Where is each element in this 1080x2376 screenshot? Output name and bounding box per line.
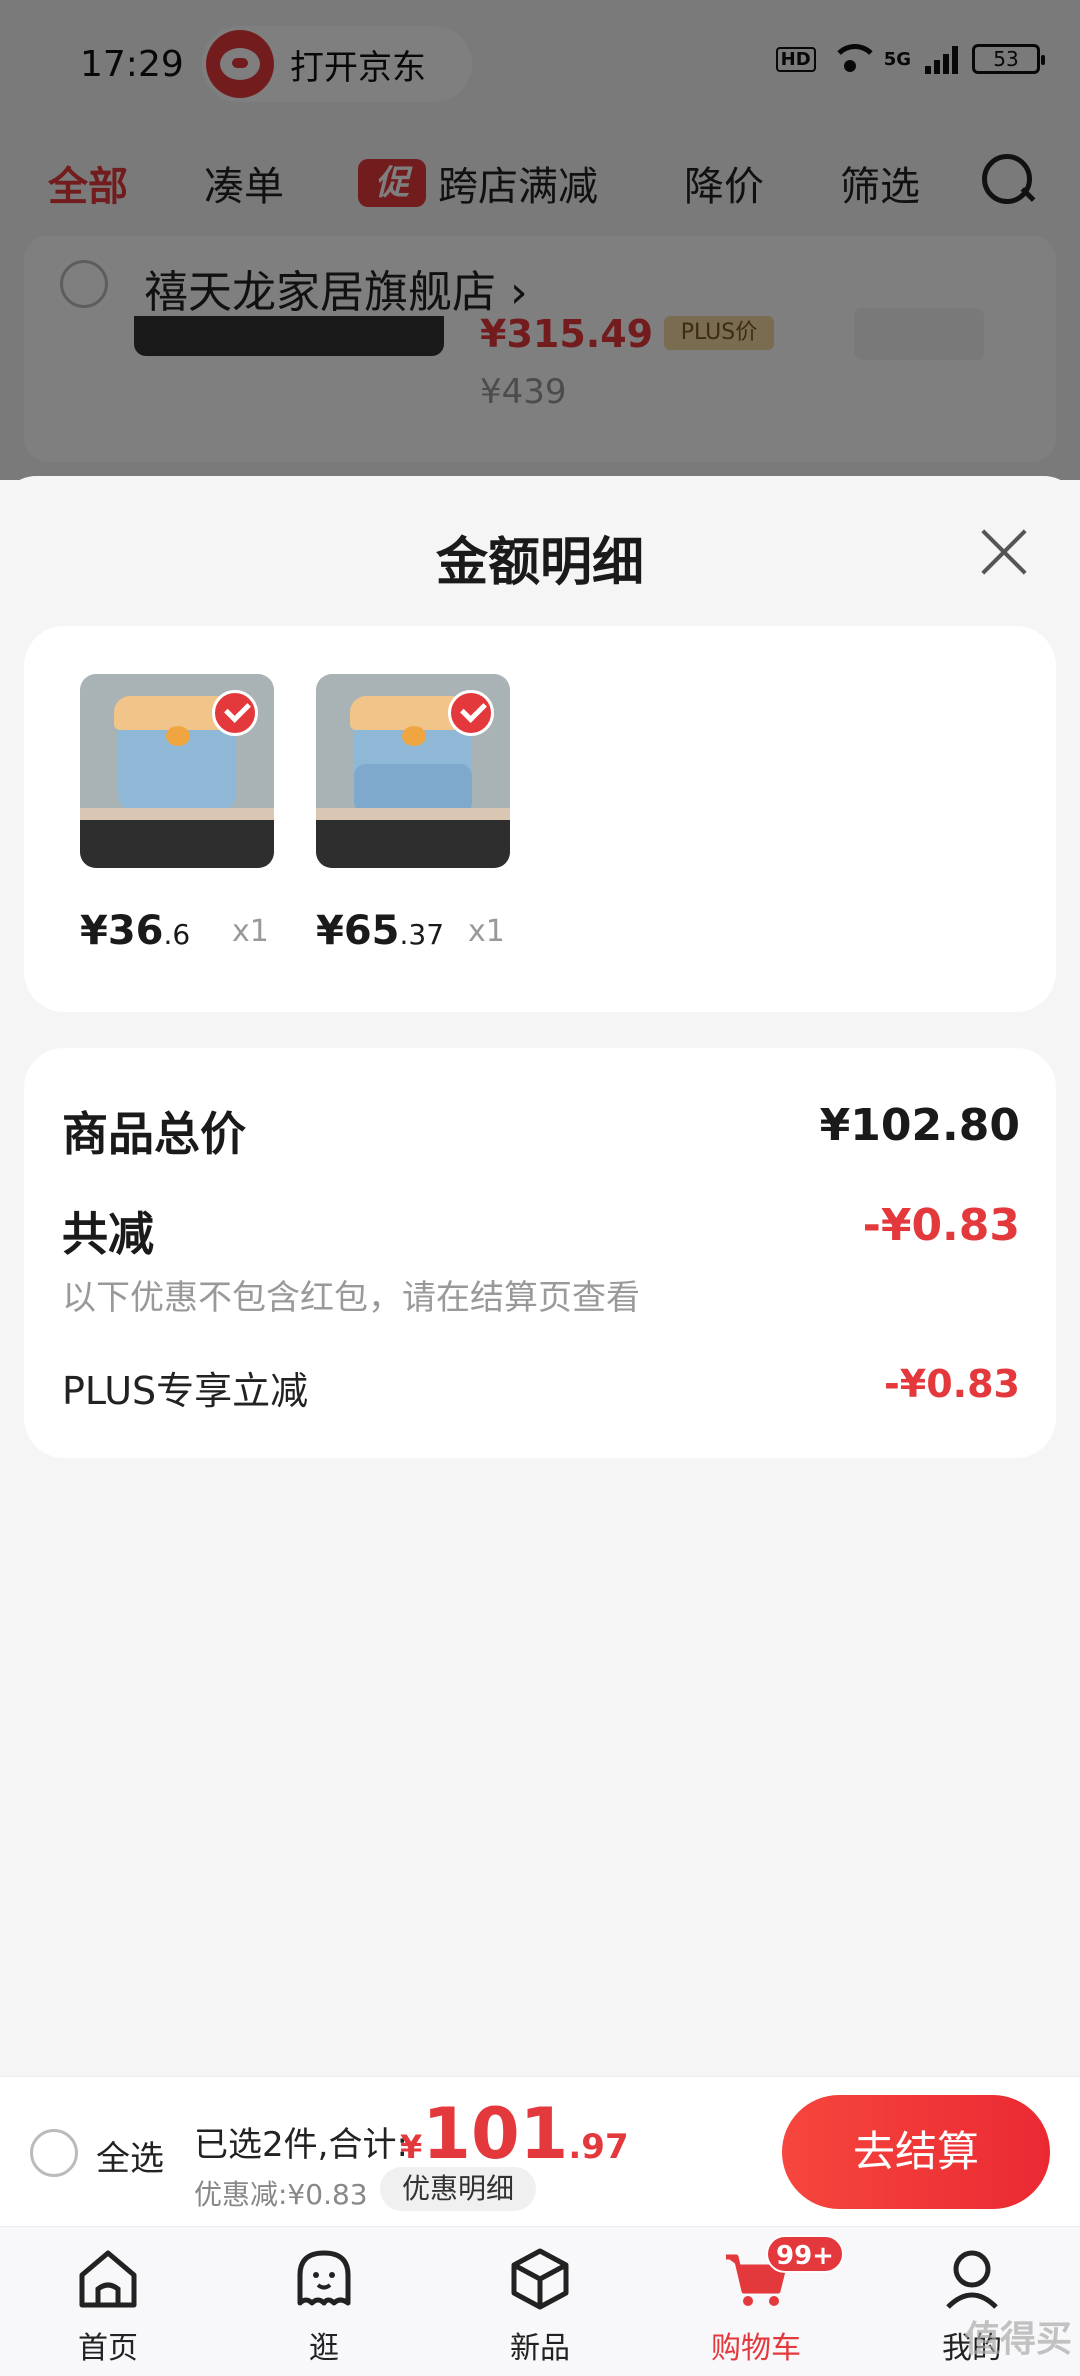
goods-quantity: x1	[232, 914, 269, 949]
product-image	[80, 674, 274, 868]
total-reduction-value: -¥0.83	[862, 1200, 1020, 1251]
goods-item[interactable]: ¥36.6 x1	[80, 674, 310, 954]
nav-cart-label: 购物车	[711, 2331, 801, 2366]
nav-home-label: 首页	[78, 2331, 138, 2366]
watermark: 值得买	[963, 2319, 1072, 2360]
discount-note: 以下优惠不包含红包，请在结算页查看	[62, 1278, 640, 1318]
plus-discount-value: -¥0.83	[884, 1362, 1020, 1406]
bottom-nav: 首页 逛 新品 99+ 购物车 我的	[0, 2226, 1080, 2376]
home-icon	[79, 2250, 137, 2308]
plus-discount-label: PLUS专享立减	[62, 1369, 309, 1413]
goods-item[interactable]: ¥65.37 x1	[316, 674, 546, 954]
nav-browse-label: 逛	[309, 2331, 339, 2366]
product-image	[316, 674, 510, 868]
discount-detail-button[interactable]: 优惠明细	[380, 2167, 536, 2211]
amount-detail-sheet: 金额明细 ¥36.6 x1 ¥65.37 x1 商品总价 ¥102.80 共减 …	[0, 476, 1080, 2076]
price-summary-card: 商品总价 ¥102.80 共减 -¥0.83 以下优惠不包含红包，请在结算页查看…	[24, 1048, 1056, 1458]
total-amount: ¥101.97	[400, 2093, 629, 2175]
check-icon	[448, 690, 494, 736]
sheet-title: 金额明细	[435, 533, 644, 593]
background-page: 17:29 打开京东 HD 5G 53 全部 凑单 促 跨店满减 降价 筛选 禧…	[0, 0, 1080, 480]
browse-icon	[297, 2250, 351, 2306]
cube-icon	[511, 2248, 569, 2310]
discount-amount: 优惠减:¥0.83	[194, 2178, 368, 2211]
close-icon[interactable]	[978, 526, 1030, 578]
nav-new-label: 新品	[510, 2331, 570, 2366]
nav-browse[interactable]: 逛	[216, 2227, 432, 2376]
select-all-label[interactable]: 全选	[96, 2131, 164, 2180]
checkout-bar: 全选 已选2件,合计: ¥101.97 优惠减:¥0.83 优惠明细 去结算	[0, 2076, 1080, 2226]
cart-count-badge: 99+	[766, 2235, 844, 2273]
user-icon	[946, 2250, 998, 2309]
nav-home[interactable]: 首页	[0, 2227, 216, 2376]
nav-new[interactable]: 新品	[432, 2227, 648, 2376]
modal-overlay[interactable]	[0, 0, 1080, 480]
selected-summary: 已选2件,合计:	[194, 2125, 408, 2165]
nav-cart[interactable]: 99+ 购物车	[648, 2227, 864, 2376]
total-price-value: ¥102.80	[819, 1100, 1020, 1151]
goods-quantity: x1	[468, 914, 505, 949]
checkout-button[interactable]: 去结算	[782, 2095, 1050, 2209]
select-all-radio[interactable]	[30, 2129, 78, 2177]
selected-goods-card: ¥36.6 x1 ¥65.37 x1	[24, 626, 1056, 1012]
total-reduction-label: 共减	[62, 1207, 154, 1261]
goods-price: ¥36.6	[80, 908, 191, 954]
goods-price: ¥65.37	[316, 908, 445, 954]
total-price-label: 商品总价	[62, 1107, 246, 1161]
check-icon	[212, 690, 258, 736]
